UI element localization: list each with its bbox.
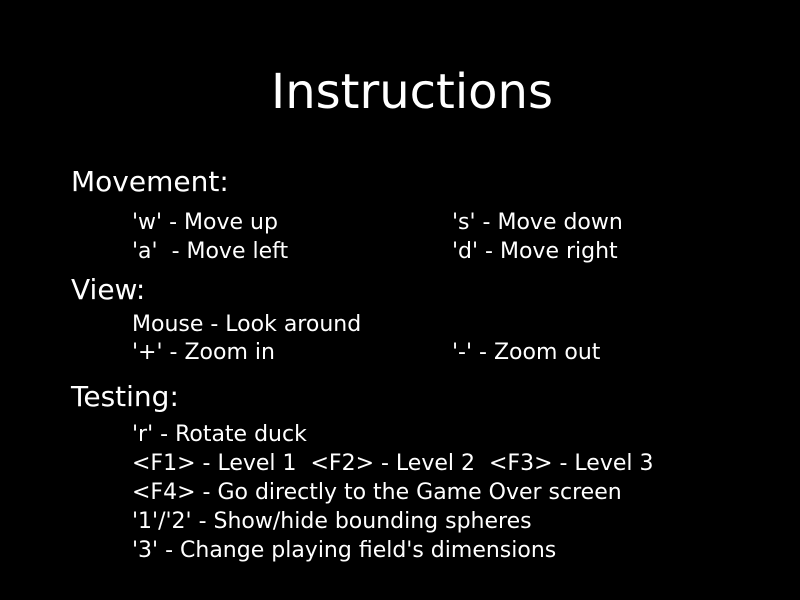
movement-item-move-up: 'w' - Move up <box>132 210 278 235</box>
testing-item-field-dimensions: '3' - Change playing field's dimensions <box>132 538 557 563</box>
instructions-screen: Instructions Movement: 'w' - Move up 's'… <box>0 0 800 600</box>
view-item-zoom-in: '+' - Zoom in <box>132 340 275 365</box>
view-heading: View: <box>71 273 146 306</box>
testing-item-level-keys: <F1> - Level 1 <F2> - Level 2 <F3> - Lev… <box>132 451 654 476</box>
view-item-zoom-out: '-' - Zoom out <box>452 340 601 365</box>
testing-item-rotate-duck: 'r' - Rotate duck <box>132 422 307 447</box>
movement-item-move-down: 's' - Move down <box>452 210 623 235</box>
movement-item-move-left: 'a' - Move left <box>132 239 289 264</box>
testing-item-bounding-spheres: '1'/'2' - Show/hide bounding spheres <box>132 509 532 534</box>
testing-item-game-over: <F4> - Go directly to the Game Over scre… <box>132 480 622 505</box>
view-item-look-around: Mouse - Look around <box>132 312 362 337</box>
movement-heading: Movement: <box>71 165 229 198</box>
movement-item-move-right: 'd' - Move right <box>452 239 618 264</box>
screen-title: Instructions <box>271 64 553 120</box>
testing-heading: Testing: <box>71 380 179 413</box>
